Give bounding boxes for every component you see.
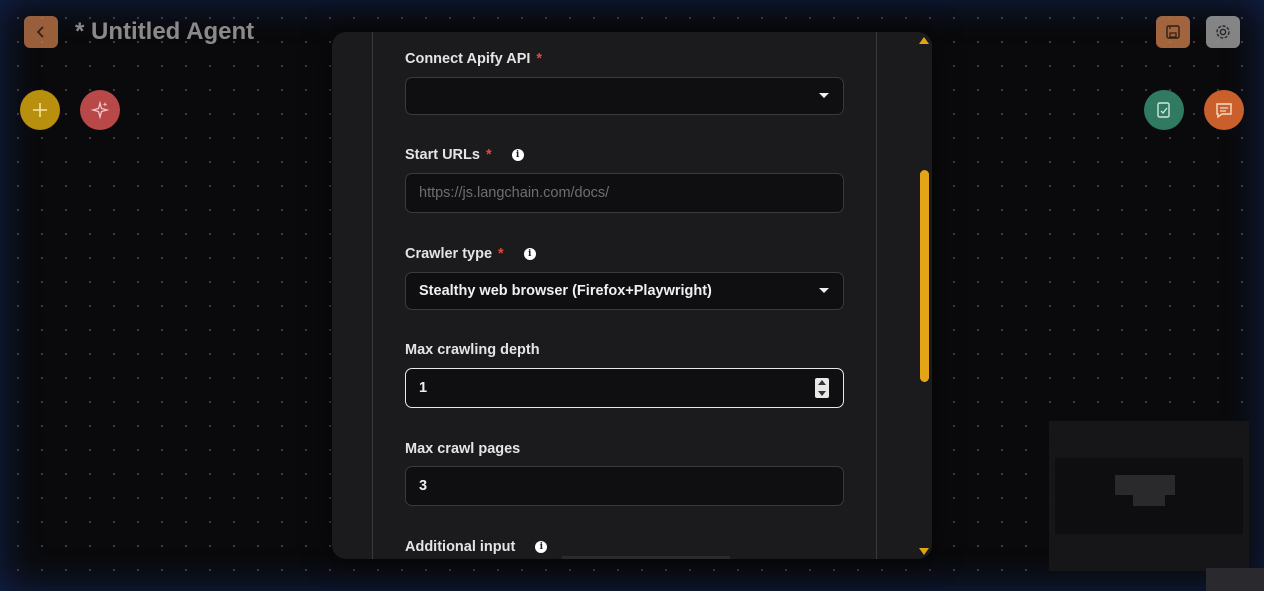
stepper-up-icon[interactable]: [818, 380, 826, 385]
validate-button[interactable]: [1144, 90, 1184, 130]
page-title: * Untitled Agent: [75, 18, 255, 45]
additional-input-label: Additional input i: [405, 539, 548, 555]
chevron-down-icon: [819, 288, 829, 293]
required-mark: *: [536, 51, 543, 67]
max-pages-label-text: Max crawl pages: [405, 441, 521, 457]
scroll-down-icon[interactable]: [919, 548, 929, 555]
apify-label-text: Connect Apify API: [405, 51, 531, 67]
save-icon: [1166, 25, 1180, 39]
add-node-button[interactable]: [20, 90, 60, 130]
start-urls-placeholder: https://js.langchain.com/docs/: [419, 185, 610, 201]
info-icon[interactable]: i: [511, 149, 524, 161]
chat-icon: [1216, 103, 1232, 119]
max-depth-input[interactable]: 1: [405, 368, 844, 408]
minimap-node: [1115, 475, 1175, 495]
gear-icon: [1216, 25, 1230, 39]
sparkles-icon: [90, 100, 110, 120]
checklist-icon: [1157, 102, 1170, 118]
plus-icon: [33, 103, 47, 117]
required-mark: *: [498, 246, 504, 262]
crawler-type-value: Stealthy web browser (Firefox+Playwright…: [419, 283, 712, 299]
crawler-type-label-text: Crawler type: [405, 246, 493, 262]
crawler-type-label: Crawler type * i: [405, 246, 536, 262]
max-pages-input[interactable]: 3: [405, 466, 844, 506]
apify-credential-select[interactable]: [405, 77, 844, 115]
scroll-up-icon[interactable]: [919, 37, 929, 44]
max-pages-value: 3: [419, 478, 428, 494]
stepper-down-icon[interactable]: [818, 391, 826, 396]
settings-button[interactable]: [1206, 16, 1240, 48]
generate-button[interactable]: [80, 90, 120, 130]
start-urls-label-text: Start URLs: [405, 147, 480, 163]
info-icon[interactable]: i: [523, 248, 536, 260]
chevron-left-icon: [36, 26, 44, 38]
chevron-down-icon: [819, 93, 829, 98]
max-pages-label: Max crawl pages: [405, 441, 520, 457]
attribution-badge: [1206, 568, 1264, 591]
max-depth-label: Max crawling depth: [405, 342, 540, 358]
apify-label: Connect Apify API *: [405, 51, 542, 67]
back-button[interactable]: [24, 16, 58, 48]
crawler-type-select[interactable]: Stealthy web browser (Firefox+Playwright…: [405, 272, 844, 310]
scrollbar-thumb[interactable]: [920, 170, 929, 382]
save-button[interactable]: [1156, 16, 1190, 48]
divider: [372, 32, 373, 559]
start-urls-input[interactable]: https://js.langchain.com/docs/: [405, 173, 844, 213]
minimap[interactable]: [1049, 421, 1249, 571]
divider: [562, 556, 730, 559]
node-config-dialog: Connect Apify API * Start URLs * i https:/…: [332, 32, 932, 559]
max-depth-label-text: Max crawling depth: [405, 342, 540, 358]
info-icon[interactable]: i: [535, 541, 548, 553]
start-urls-label: Start URLs * i: [405, 147, 524, 163]
max-depth-value: 1: [419, 380, 428, 396]
additional-input-label-text: Additional input: [405, 539, 516, 555]
required-mark: *: [485, 147, 492, 163]
minimap-node: [1133, 495, 1165, 506]
chat-button[interactable]: [1204, 90, 1244, 130]
divider: [876, 32, 877, 559]
number-stepper[interactable]: [815, 378, 829, 398]
